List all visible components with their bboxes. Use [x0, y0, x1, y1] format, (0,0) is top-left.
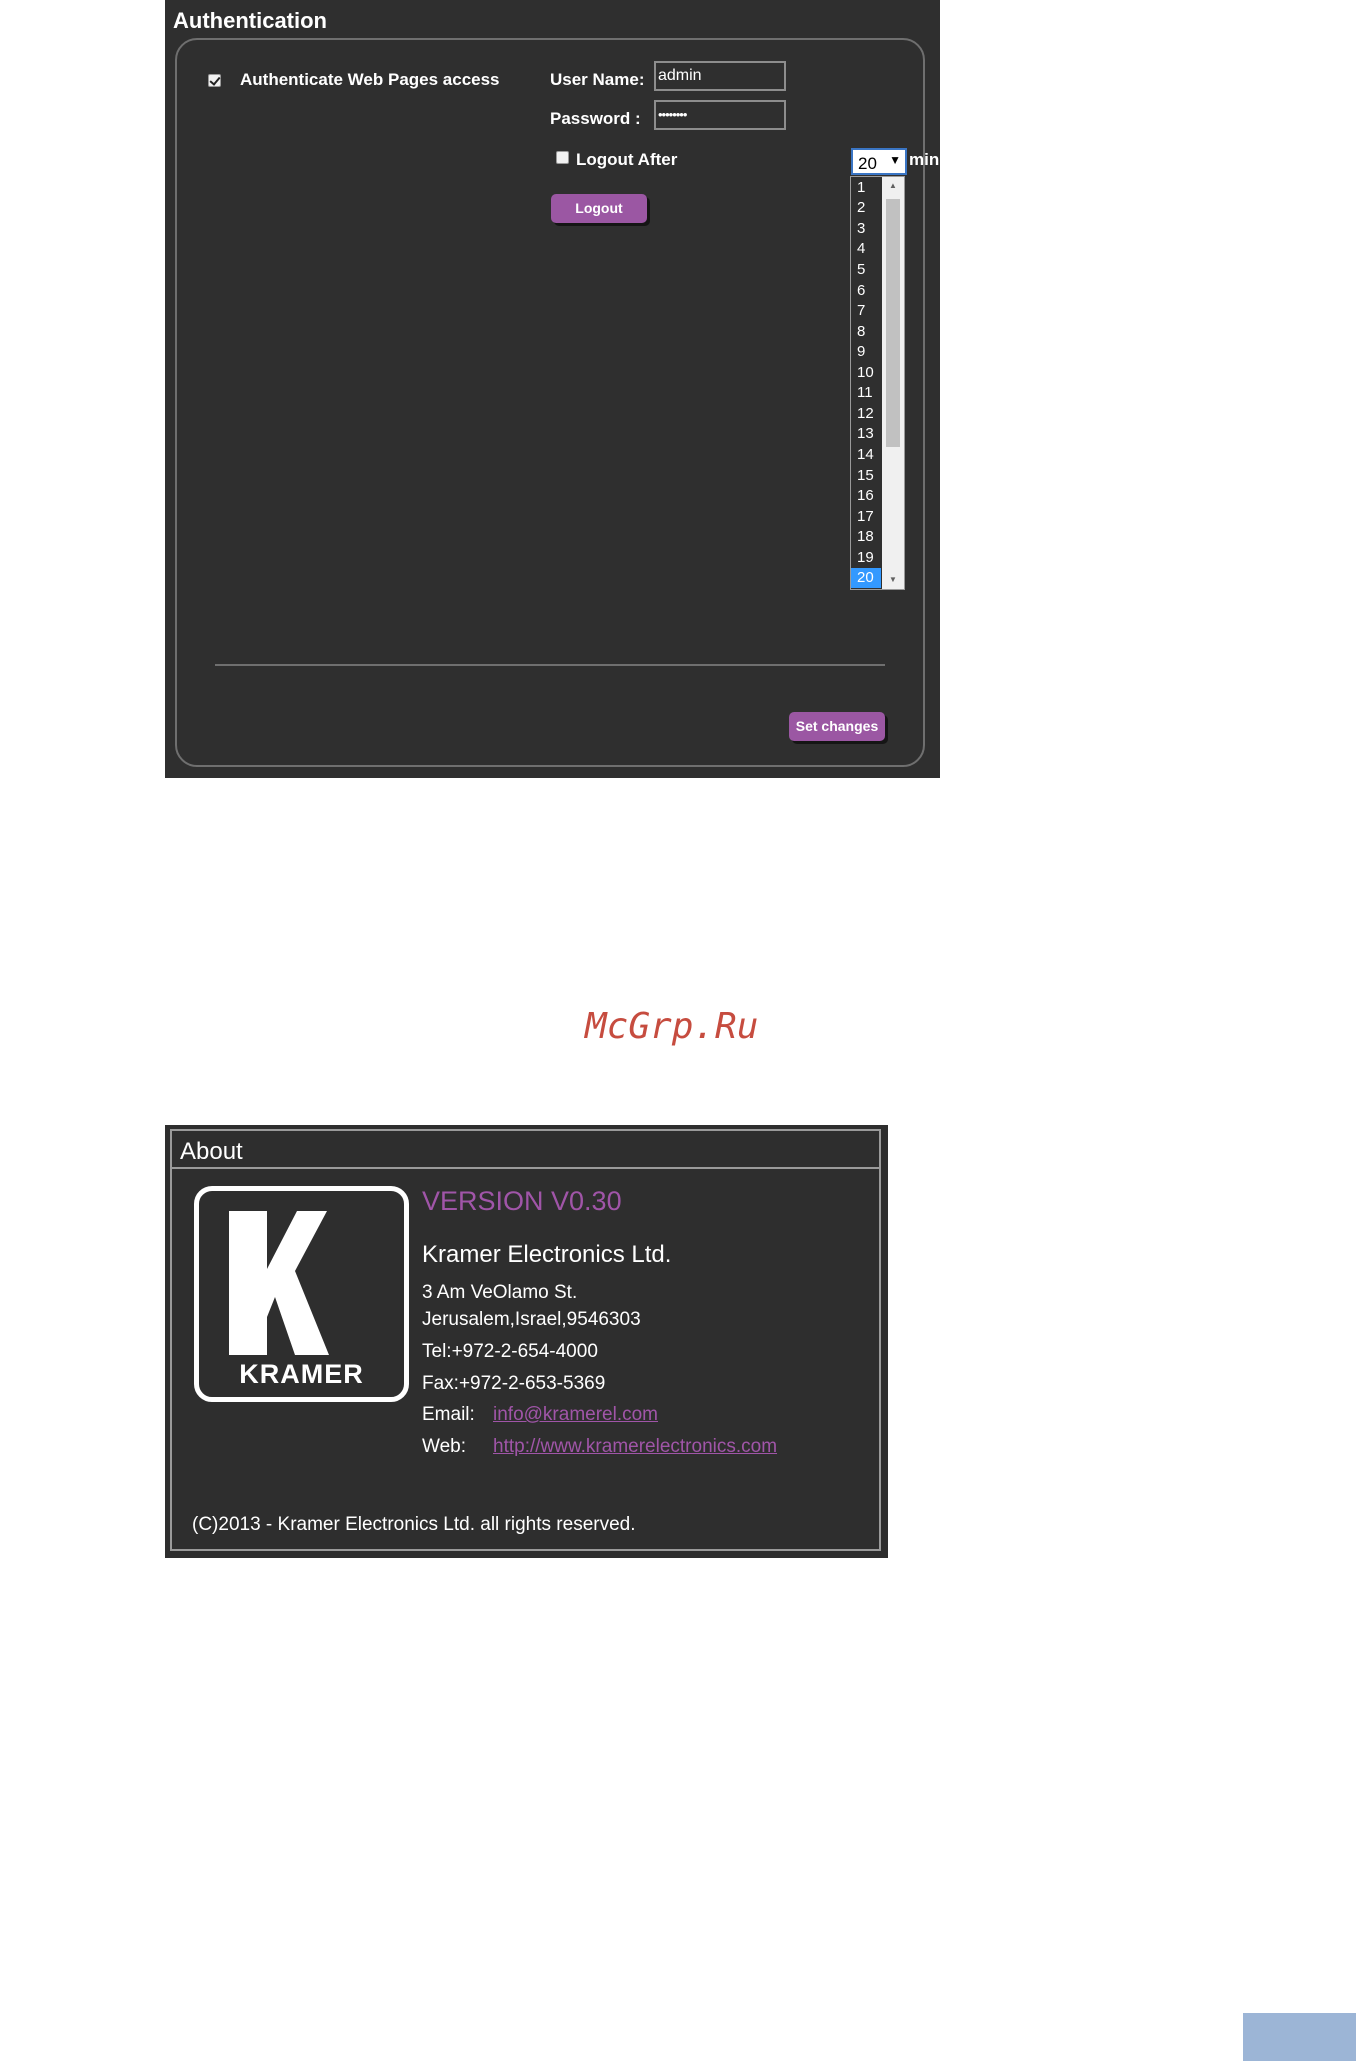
username-input[interactable]: admin: [654, 61, 786, 91]
dropdown-option-18[interactable]: 18: [851, 527, 881, 547]
scrollbar-thumb[interactable]: [886, 199, 900, 447]
scroll-up-icon[interactable]: ▲: [882, 177, 904, 195]
dropdown-option-17[interactable]: 17: [851, 507, 881, 527]
web-label: Web:: [422, 1436, 467, 1457]
authenticate-label: Authenticate Web Pages access: [240, 70, 500, 89]
scroll-down-icon[interactable]: ▼: [882, 571, 904, 589]
set-changes-button[interactable]: Set changes: [789, 712, 885, 741]
dropdown-option-3[interactable]: 3: [851, 219, 881, 239]
logout-minutes-select[interactable]: 20 ▼: [851, 148, 907, 175]
dropdown-option-10[interactable]: 10: [851, 363, 881, 383]
email-label: Email:: [422, 1404, 475, 1425]
dropdown-option-14[interactable]: 14: [851, 445, 881, 465]
logout-button[interactable]: Logout: [551, 194, 647, 223]
address-line-2: Jerusalem,Israel,9546303: [422, 1309, 641, 1330]
dropdown-option-5[interactable]: 5: [851, 260, 881, 280]
dropdown-option-4[interactable]: 4: [851, 239, 881, 259]
dropdown-option-19[interactable]: 19: [851, 548, 881, 568]
tel-text: Tel:+972-2-654-4000: [422, 1341, 598, 1362]
dropdown-option-7[interactable]: 7: [851, 301, 881, 321]
dropdown-option-2[interactable]: 2: [851, 198, 881, 218]
kramer-logo: KRAMER: [194, 1186, 409, 1402]
password-input[interactable]: ••••••••: [654, 100, 786, 130]
watermark: McGrp.Ru: [585, 1006, 759, 1047]
dropdown-option-12[interactable]: 12: [851, 404, 881, 424]
email-link[interactable]: info@kramerel.com: [493, 1404, 658, 1426]
about-title: About: [180, 1138, 243, 1165]
logout-after-label: Logout After: [576, 150, 678, 169]
password-label: Password :: [550, 109, 641, 128]
dropdown-option-13[interactable]: 13: [851, 424, 881, 444]
minutes-label: minutes of innactivity: [909, 150, 1084, 169]
web-link[interactable]: http://www.kramerelectronics.com: [493, 1436, 777, 1458]
about-header-divider: [172, 1167, 879, 1169]
minutes-dropdown-list[interactable]: 1 2 3 4 5 6 7 8 9 10 11 12 13 14 15 16 1…: [850, 176, 905, 590]
authenticate-checkbox[interactable]: [208, 74, 221, 87]
auth-title: Authentication: [173, 8, 327, 33]
version-text: VERSION V0.30: [422, 1186, 622, 1216]
company-name: Kramer Electronics Ltd.: [422, 1241, 672, 1268]
about-frame: About KRAMER VERSION V0.30 Kramer Electr…: [170, 1129, 881, 1551]
auth-frame: [175, 38, 925, 767]
auth-divider: [215, 664, 885, 666]
check-icon: [209, 74, 221, 86]
fax-text: Fax:+972-2-653-5369: [422, 1373, 606, 1394]
username-label: User Name:: [550, 70, 645, 89]
logout-after-checkbox[interactable]: [556, 151, 569, 164]
dropdown-option-11[interactable]: 11: [851, 383, 881, 403]
authentication-panel: Authentication Authenticate Web Pages ac…: [165, 0, 1084, 778]
chevron-down-icon: ▼: [889, 153, 901, 167]
dropdown-option-9[interactable]: 9: [851, 342, 881, 362]
dropdown-option-15[interactable]: 15: [851, 466, 881, 486]
dropdown-scrollbar[interactable]: ▲ ▼: [882, 177, 904, 589]
dropdown-option-16[interactable]: 16: [851, 486, 881, 506]
dropdown-option-1[interactable]: 1: [851, 178, 881, 198]
page-corner-tab: [1243, 2013, 1356, 2061]
about-panel: About KRAMER VERSION V0.30 Kramer Electr…: [165, 1125, 888, 1558]
logo-text: KRAMER: [239, 1359, 364, 1389]
dropdown-option-6[interactable]: 6: [851, 281, 881, 301]
copyright-text: (C)2013 - Kramer Electronics Ltd. all ri…: [192, 1514, 636, 1535]
dropdown-option-20[interactable]: 20: [851, 568, 881, 588]
dropdown-option-8[interactable]: 8: [851, 322, 881, 342]
address-line-1: 3 Am VeOlamo St.: [422, 1282, 578, 1303]
select-value: 20: [858, 154, 877, 173]
